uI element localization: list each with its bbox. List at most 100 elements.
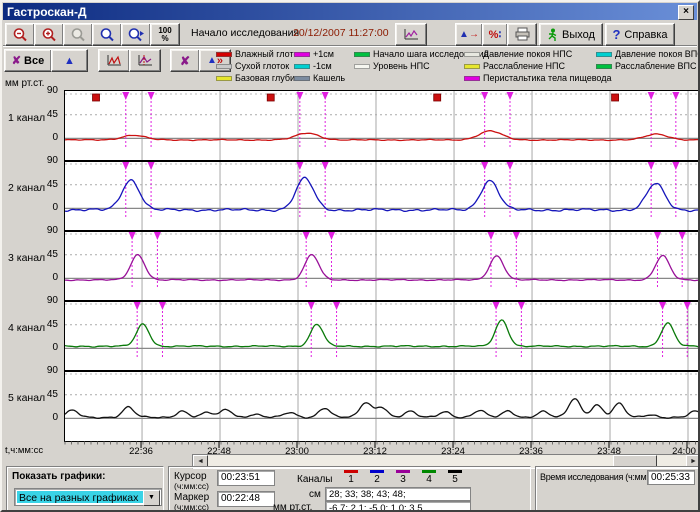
channel-positions-field[interactable]: 28; 33; 38; 43; 48;: [325, 487, 471, 501]
percent-settings-button[interactable]: % ∶: [482, 23, 508, 46]
legend-column: Давление покоя НПСРасслабление НПСПерист…: [464, 48, 612, 84]
zoom-shift-icon: [127, 27, 146, 43]
legend-item: Давление покоя ВПС: [596, 48, 700, 60]
triangle-icon: ▲: [459, 29, 469, 40]
marker-time-field[interactable]: 00:22:48: [217, 491, 275, 507]
channel-number: 2: [367, 474, 387, 485]
hide-all-markers-button[interactable]: ✘ Все: [4, 49, 52, 72]
main-toolbar: 100 % Начало исследования 20/12/2007 11:…: [3, 20, 697, 47]
zoom-in-button[interactable]: [34, 23, 64, 46]
colon-icon: ∶: [498, 28, 501, 41]
legend-label: Перистальтика тела пищевода: [483, 73, 612, 83]
help-icon: ?: [612, 27, 620, 42]
zoom-disabled-icon: [70, 27, 87, 43]
exit-label: Выход: [562, 29, 595, 41]
show-markers-button[interactable]: ▲: [51, 49, 88, 72]
legend-label: -1см: [313, 61, 332, 71]
channel-color-swatch: [448, 470, 462, 473]
mini-chart2-icon: [136, 53, 154, 68]
zoom-out-icon: [12, 27, 29, 43]
y-tick-label: 0: [52, 132, 58, 143]
duration-field[interactable]: 00:25:33: [647, 470, 695, 485]
duration-label: Время исследования (ч:мм:сс): [540, 472, 660, 482]
study-start-label: Начало исследования: [191, 27, 299, 39]
plot-area[interactable]: [64, 90, 699, 442]
marker-jump-button[interactable]: ▲ →: [455, 23, 483, 46]
y-tick-label: 45: [47, 319, 58, 330]
legend-item: Кашель: [294, 72, 345, 84]
zoom-window-button[interactable]: [92, 23, 122, 46]
close-icon: ×: [683, 6, 689, 17]
chart-view-button[interactable]: [395, 23, 427, 46]
cursor-time-field[interactable]: 00:23:51: [217, 470, 275, 486]
analysis-chart2-button[interactable]: [129, 49, 161, 72]
exit-button[interactable]: Выход: [539, 23, 603, 46]
legend-item: Сухой глоток: [216, 60, 305, 72]
y-tick-label: 0: [52, 272, 58, 283]
x-axis-unit-label: t,ч:мм:сс: [5, 445, 43, 456]
y-tick-label: 45: [47, 389, 58, 400]
zoom-prev-button-disabled[interactable]: [63, 23, 93, 46]
channel-number: 5: [445, 474, 465, 485]
legend-label: Давление покоя НПС: [483, 49, 572, 59]
legend-swatch: [464, 76, 480, 81]
y-tick-label: 90: [47, 85, 58, 96]
legend-swatch: [464, 52, 480, 57]
dropdown-arrow-icon[interactable]: ▼: [143, 490, 160, 506]
cursor-marker-group: Курсор (ч:мм:сс) 00:23:51 Маркер (ч:мм:с…: [168, 466, 531, 511]
arrow-right-icon: →: [469, 29, 479, 40]
channel-color-swatch: [370, 470, 384, 473]
show-charts-dropdown[interactable]: Все на разных графиках ▼: [14, 488, 162, 506]
channel-label: 4 канал: [8, 322, 45, 334]
channel-values-field[interactable]: -6,7; 2,1; -5,0; 1,0; 3,5: [325, 501, 471, 512]
zoom-100-percent: %: [161, 35, 168, 43]
legend-swatch: [464, 64, 480, 69]
y-tick-label: 45: [47, 249, 58, 260]
help-label: Справка: [624, 29, 667, 41]
zoom-out-button[interactable]: [5, 23, 35, 46]
legend-swatch: [354, 64, 370, 69]
legend-column: +1см -1смКашель: [294, 48, 345, 84]
legend-swatch: [596, 64, 612, 69]
legend-item: +1см: [294, 48, 345, 60]
zoom-100-button[interactable]: 100 %: [150, 23, 180, 46]
running-man-icon: [547, 28, 558, 42]
legend-item: Влажный глоток: [216, 48, 305, 60]
legend-swatch: [216, 52, 232, 57]
y-tick-label: 90: [47, 155, 58, 166]
zoom-shift-button[interactable]: [121, 23, 151, 46]
app-window: Гастроскан-Д ×: [0, 0, 700, 512]
legend-label: Давление покоя ВПС: [615, 49, 700, 59]
delete-marker-button[interactable]: ✘: [170, 49, 200, 72]
print-button[interactable]: [507, 23, 537, 46]
legend-item: -1см: [294, 60, 345, 72]
channels-plot: [65, 91, 698, 441]
channel-color-swatch: [396, 470, 410, 473]
legend-swatch: [216, 76, 232, 81]
cm-label: см: [309, 489, 321, 500]
channels-label: Каналы: [297, 474, 333, 485]
analysis-chart-button[interactable]: [98, 49, 130, 72]
title-bar: Гастроскан-Д ×: [3, 3, 697, 20]
legend-label: +1см: [313, 49, 334, 59]
show-charts-label: Показать графики:: [12, 471, 105, 482]
percent-icon: %: [489, 29, 499, 41]
legend-swatch: [294, 76, 310, 81]
close-button[interactable]: ×: [678, 5, 694, 20]
legend-column: Давление покоя ВПСРасслабление ВПС: [596, 48, 700, 72]
y-axis-unit-label: мм рт.ст.: [5, 78, 44, 89]
cross-icon: ✘: [180, 54, 190, 68]
legend-swatch: [354, 52, 370, 57]
study-duration-group: Время исследования (ч:мм:сс) 00:25:33: [535, 466, 699, 511]
channel-color-swatch: [422, 470, 436, 473]
legend-item: Давление покоя НПС: [464, 48, 612, 60]
legend-item: Расслабление НПС: [464, 60, 612, 72]
marker-units: (ч:мм:сс): [174, 502, 209, 512]
window-title: Гастроскан-Д: [3, 5, 87, 19]
zoom-window-icon: [99, 27, 116, 43]
legend-swatch: [294, 64, 310, 69]
legend-swatch: [596, 52, 612, 57]
channel-number: 4: [419, 474, 439, 485]
help-button[interactable]: ? Справка: [605, 23, 675, 46]
channel-label: 1 канал: [8, 112, 45, 124]
